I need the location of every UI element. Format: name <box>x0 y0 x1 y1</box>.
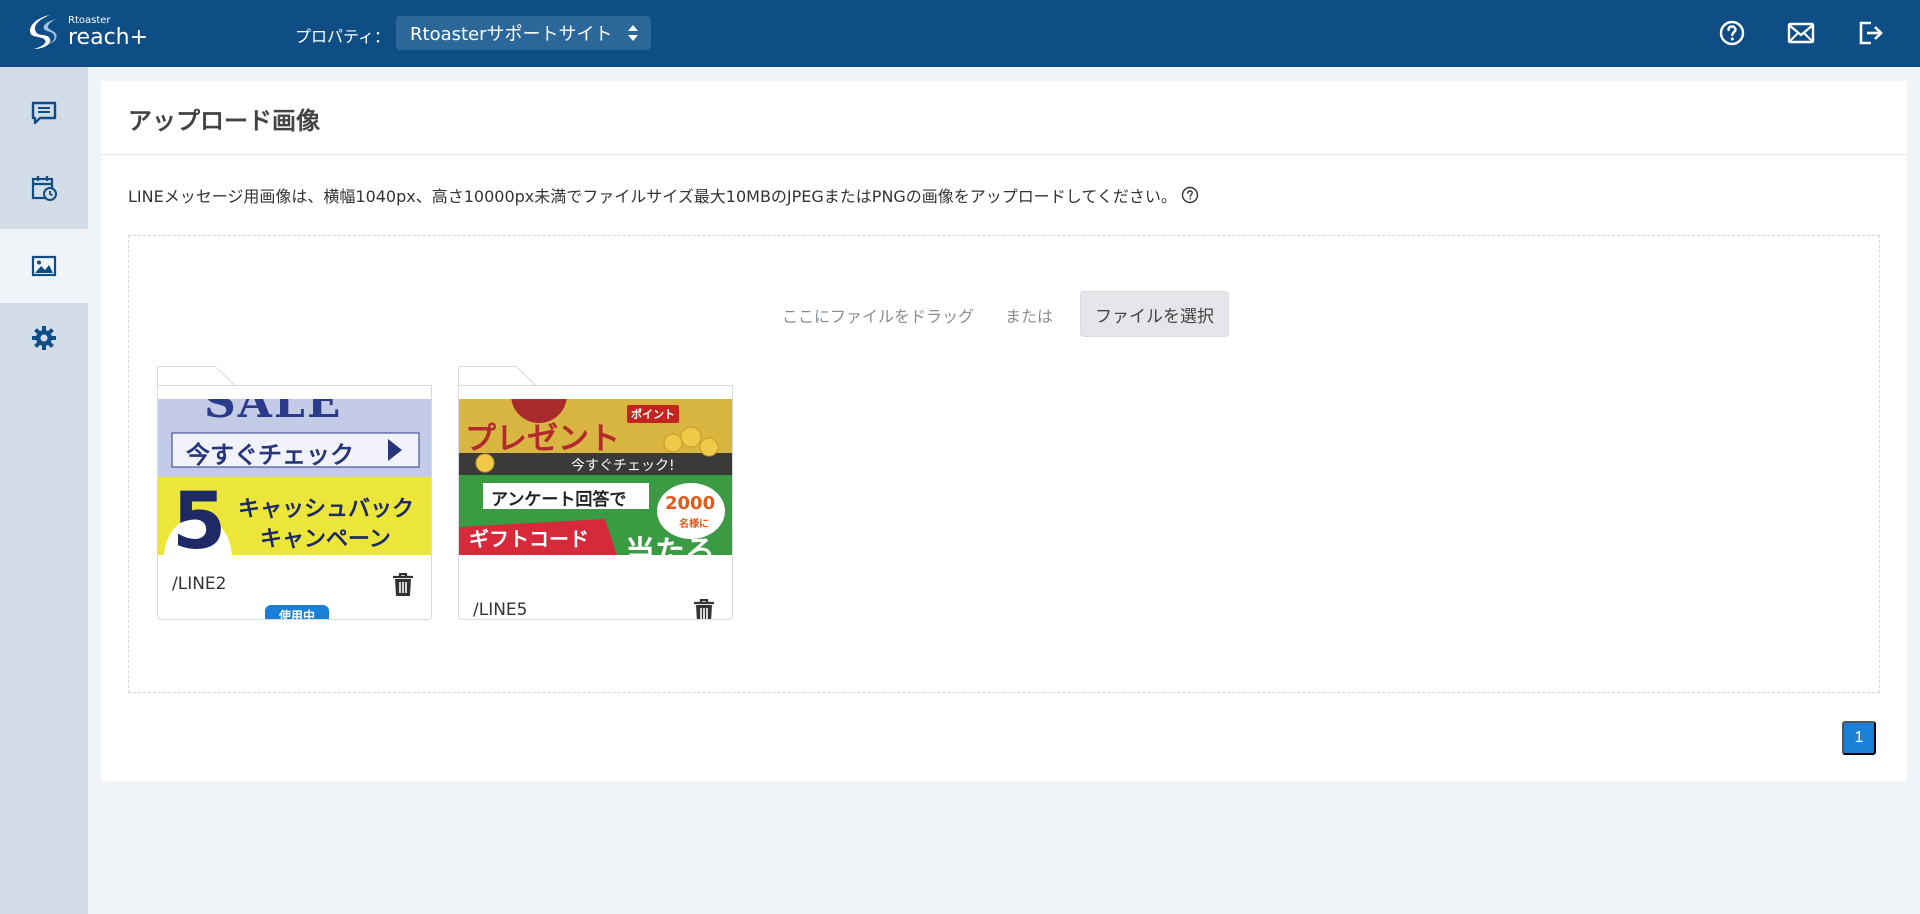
file-name: /LINE2 <box>172 574 227 594</box>
thumb-cta-text: 今すぐチェック! <box>571 458 675 474</box>
file-name: /LINE5 <box>473 600 528 620</box>
image-thumbnail[interactable]: プレゼント ポイント 今すぐチェック! アンケート回答で 2000 名様に ギフ… <box>459 399 732 555</box>
upload-note-text: LINEメッセージ用画像は、横幅1040px、高さ10000px未満でファイルサ… <box>128 187 1177 206</box>
app-logo[interactable]: Rtoaster reach+ <box>26 13 148 51</box>
sidebar <box>0 67 88 914</box>
thumb-cta-text: 今すぐチェック <box>186 441 354 469</box>
help-button[interactable] <box>1717 18 1747 48</box>
sort-arrows-icon <box>628 25 638 41</box>
thumb-bottom-text-1: キャッシュバック <box>238 497 415 522</box>
folder-tab <box>458 366 537 386</box>
gear-icon <box>32 326 56 350</box>
property-select-value: Rtoasterサポートサイト <box>410 24 613 45</box>
thumb-bottom-text-2: キャンペーン <box>260 527 391 552</box>
sidebar-item-schedule[interactable] <box>0 151 88 225</box>
image-card[interactable]: SALE 今すぐチェック 5 キャッシュバック キャンペーン /LINE2 使用… <box>157 366 432 620</box>
thumb-top-text: プレゼント <box>465 421 620 457</box>
trash-icon[interactable] <box>392 573 414 597</box>
mail-icon <box>1787 22 1815 44</box>
thumb-gift-text: ギフトコード <box>469 527 589 551</box>
trash-icon[interactable] <box>693 599 715 620</box>
image-card[interactable]: プレゼント ポイント 今すぐチェック! アンケート回答で 2000 名様に ギフ… <box>458 366 733 620</box>
image-thumbnail[interactable]: SALE 今すぐチェック 5 キャッシュバック キャンペーン <box>158 399 431 555</box>
in-use-badge: 使用中 <box>265 605 329 619</box>
thumb-number: 5 <box>172 477 227 555</box>
logo-big-text: reach+ <box>68 24 149 50</box>
top-header: Rtoaster reach+ プロパティ： Rtoasterサポートサイト <box>0 0 1920 67</box>
logo-small-text: Rtoaster <box>68 14 111 26</box>
help-circle-icon <box>1719 20 1745 46</box>
thumb-count: 2000 <box>665 493 716 514</box>
folder-tab <box>157 366 236 386</box>
sidebar-item-messages[interactable] <box>0 76 88 150</box>
thumb-win-text: 当たる <box>625 535 715 555</box>
help-circle-icon[interactable] <box>1181 186 1199 204</box>
select-file-button[interactable]: ファイルを選択 <box>1080 291 1229 337</box>
title-divider <box>101 154 1907 155</box>
image-icon <box>31 255 57 277</box>
logo-mark-icon <box>30 15 57 49</box>
thumb-tag: ポイント <box>627 405 679 423</box>
upload-dropzone[interactable]: ここにファイルをドラッグ または ファイルを選択 SALE 今すぐチェック 5 … <box>128 235 1880 693</box>
sidebar-item-settings[interactable] <box>0 301 88 375</box>
mail-button[interactable] <box>1786 18 1816 48</box>
property-select[interactable]: Rtoasterサポートサイト <box>396 16 651 50</box>
page-title: アップロード画像 <box>128 107 320 135</box>
property-label: プロパティ： <box>295 27 391 46</box>
or-text: または <box>1005 307 1054 326</box>
pagination-page-button[interactable]: 1 <box>1842 721 1876 755</box>
logout-button[interactable] <box>1856 18 1886 48</box>
thumb-top-text: SALE <box>204 399 343 428</box>
chat-icon <box>31 101 57 125</box>
sidebar-item-images[interactable] <box>0 229 88 303</box>
drag-text: ここにファイルをドラッグ <box>782 307 975 326</box>
logout-icon <box>1859 21 1883 45</box>
upload-note: LINEメッセージ用画像は、横幅1040px、高さ10000px未満でファイルサ… <box>128 183 1199 207</box>
calendar-clock-icon <box>31 176 57 201</box>
main-panel: アップロード画像 LINEメッセージ用画像は、横幅1040px、高さ10000p… <box>101 81 1907 781</box>
thumb-survey-text: アンケート回答で <box>491 490 627 510</box>
